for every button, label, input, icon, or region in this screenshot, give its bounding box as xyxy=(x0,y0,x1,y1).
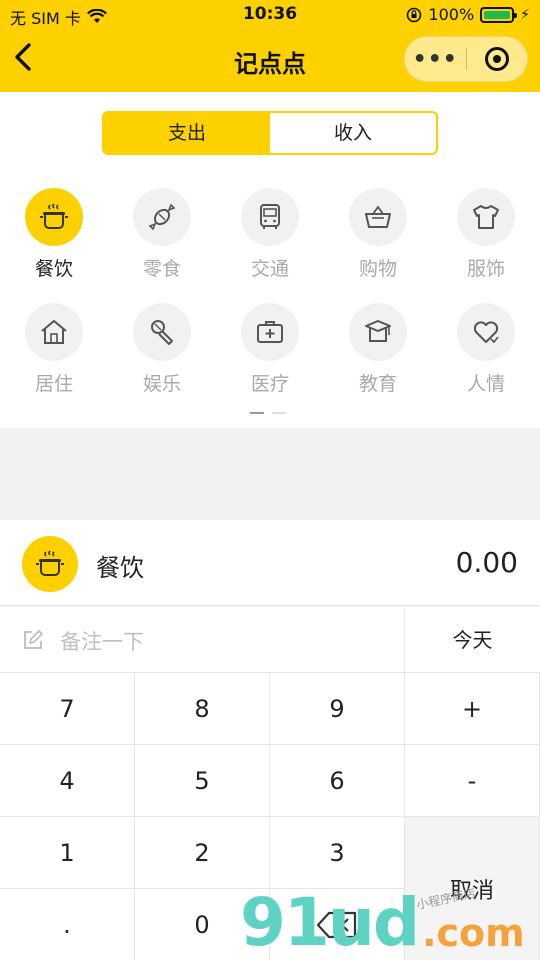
close-mini-program-button[interactable] xyxy=(466,47,527,71)
date-button[interactable]: 今天 xyxy=(405,607,540,673)
category-label: 餐饮 xyxy=(34,258,73,280)
key-5[interactable]: 5 xyxy=(135,745,270,817)
category-housing[interactable]: 居住 xyxy=(14,303,94,396)
amount-display: 0.00 xyxy=(455,546,518,579)
house-icon xyxy=(41,320,67,344)
mini-program-capsule: ••• xyxy=(404,36,528,82)
key-4[interactable]: 4 xyxy=(0,745,135,817)
category-catering[interactable]: 餐饮 xyxy=(14,188,94,281)
category-education[interactable]: 教育 xyxy=(338,303,418,396)
category-label: 服饰 xyxy=(466,258,505,280)
battery-icon xyxy=(480,6,518,23)
pot-icon xyxy=(40,203,68,229)
key-8[interactable]: 8 xyxy=(135,673,270,745)
selected-category-name: 餐饮 xyxy=(96,554,144,582)
note-input[interactable]: 备注一下 xyxy=(0,607,405,673)
category-icon-circle xyxy=(457,188,515,246)
key-9[interactable]: 9 xyxy=(270,673,405,745)
backspace-icon xyxy=(316,911,357,938)
key-1[interactable]: 1 xyxy=(0,817,135,889)
shirt-icon xyxy=(473,205,499,229)
category-label: 人情 xyxy=(466,373,505,395)
category-gifts[interactable]: 人情 xyxy=(446,303,526,396)
selected-category-icon xyxy=(22,536,78,592)
cancel-button[interactable]: 取消 xyxy=(405,817,540,960)
category-shopping[interactable]: 购物 xyxy=(338,188,418,281)
expense-tab[interactable]: 支出 xyxy=(104,113,270,153)
category-label: 居住 xyxy=(34,373,73,395)
category-clothing[interactable]: 服饰 xyxy=(446,188,526,281)
category-label: 交通 xyxy=(250,258,289,280)
category-icon-circle xyxy=(349,188,407,246)
category-icon-circle xyxy=(25,303,83,361)
category-icon-circle xyxy=(241,188,299,246)
microphone-icon xyxy=(151,320,173,345)
category-label: 购物 xyxy=(358,258,397,280)
category-snacks[interactable]: 零食 xyxy=(122,188,202,281)
key-6[interactable]: 6 xyxy=(270,745,405,817)
category-label: 教育 xyxy=(358,373,397,395)
category-icon-circle xyxy=(457,303,515,361)
key-2[interactable]: 2 xyxy=(135,817,270,889)
keypad: 7 8 9 + 4 5 6 - 1 2 3 取消 . 0 xyxy=(0,673,540,960)
backspace-button[interactable] xyxy=(270,889,405,960)
category-icon-circle xyxy=(25,188,83,246)
category-transport[interactable]: 交通 xyxy=(230,188,310,281)
category-icon-circle xyxy=(349,303,407,361)
category-icon-circle xyxy=(241,303,299,361)
type-toggle: 支出 收入 xyxy=(102,111,438,155)
key-7[interactable]: 7 xyxy=(0,673,135,745)
bus-icon xyxy=(260,204,280,229)
target-icon xyxy=(484,47,509,71)
category-label: 医疗 xyxy=(250,373,289,395)
candy-icon xyxy=(148,203,176,231)
key-0[interactable]: 0 xyxy=(135,889,270,960)
pot-icon xyxy=(36,550,64,576)
category-medical[interactable]: 医疗 xyxy=(230,303,310,396)
category-label: 零食 xyxy=(142,258,181,280)
key-3[interactable]: 3 xyxy=(270,817,405,889)
key-plus[interactable]: + xyxy=(405,673,540,745)
charging-icon: ⚡ xyxy=(520,6,530,23)
basket-icon xyxy=(365,205,391,228)
edit-icon xyxy=(24,630,43,649)
key-minus[interactable]: - xyxy=(405,745,540,817)
amount-row: 餐饮 0.00 xyxy=(0,520,540,606)
status-bar: 无 SIM 卡 10:36 100% ⚡ xyxy=(0,0,540,30)
category-icon-circle xyxy=(133,303,191,361)
more-button[interactable]: ••• xyxy=(405,47,466,72)
category-icon-circle xyxy=(133,188,191,246)
medkit-icon xyxy=(257,321,283,343)
top-bar: 无 SIM 卡 10:36 100% ⚡ 记点点 ••• xyxy=(0,0,540,92)
key-dot[interactable]: . xyxy=(0,889,135,960)
graduation-cap-icon xyxy=(365,320,391,342)
battery-percent: 100% xyxy=(428,5,475,24)
page-dot-active xyxy=(250,412,264,414)
income-tab[interactable]: 收入 xyxy=(270,113,436,153)
orientation-lock-icon xyxy=(407,7,422,22)
heart-icon xyxy=(473,321,499,344)
page-indicator xyxy=(250,412,286,414)
status-right: 100% ⚡ xyxy=(406,5,530,24)
page-dot xyxy=(272,412,286,414)
nav-bar: 记点点 ••• xyxy=(0,30,540,90)
category-entertainment[interactable]: 娱乐 xyxy=(122,303,202,396)
category-panel: 支出 收入 餐饮 零食 交通 购物 服饰 居住 娱乐 医疗 教育 人情 xyxy=(0,92,540,428)
category-label: 娱乐 xyxy=(142,373,181,395)
note-row: 备注一下 今天 xyxy=(0,607,540,673)
note-placeholder: 备注一下 xyxy=(60,630,144,654)
